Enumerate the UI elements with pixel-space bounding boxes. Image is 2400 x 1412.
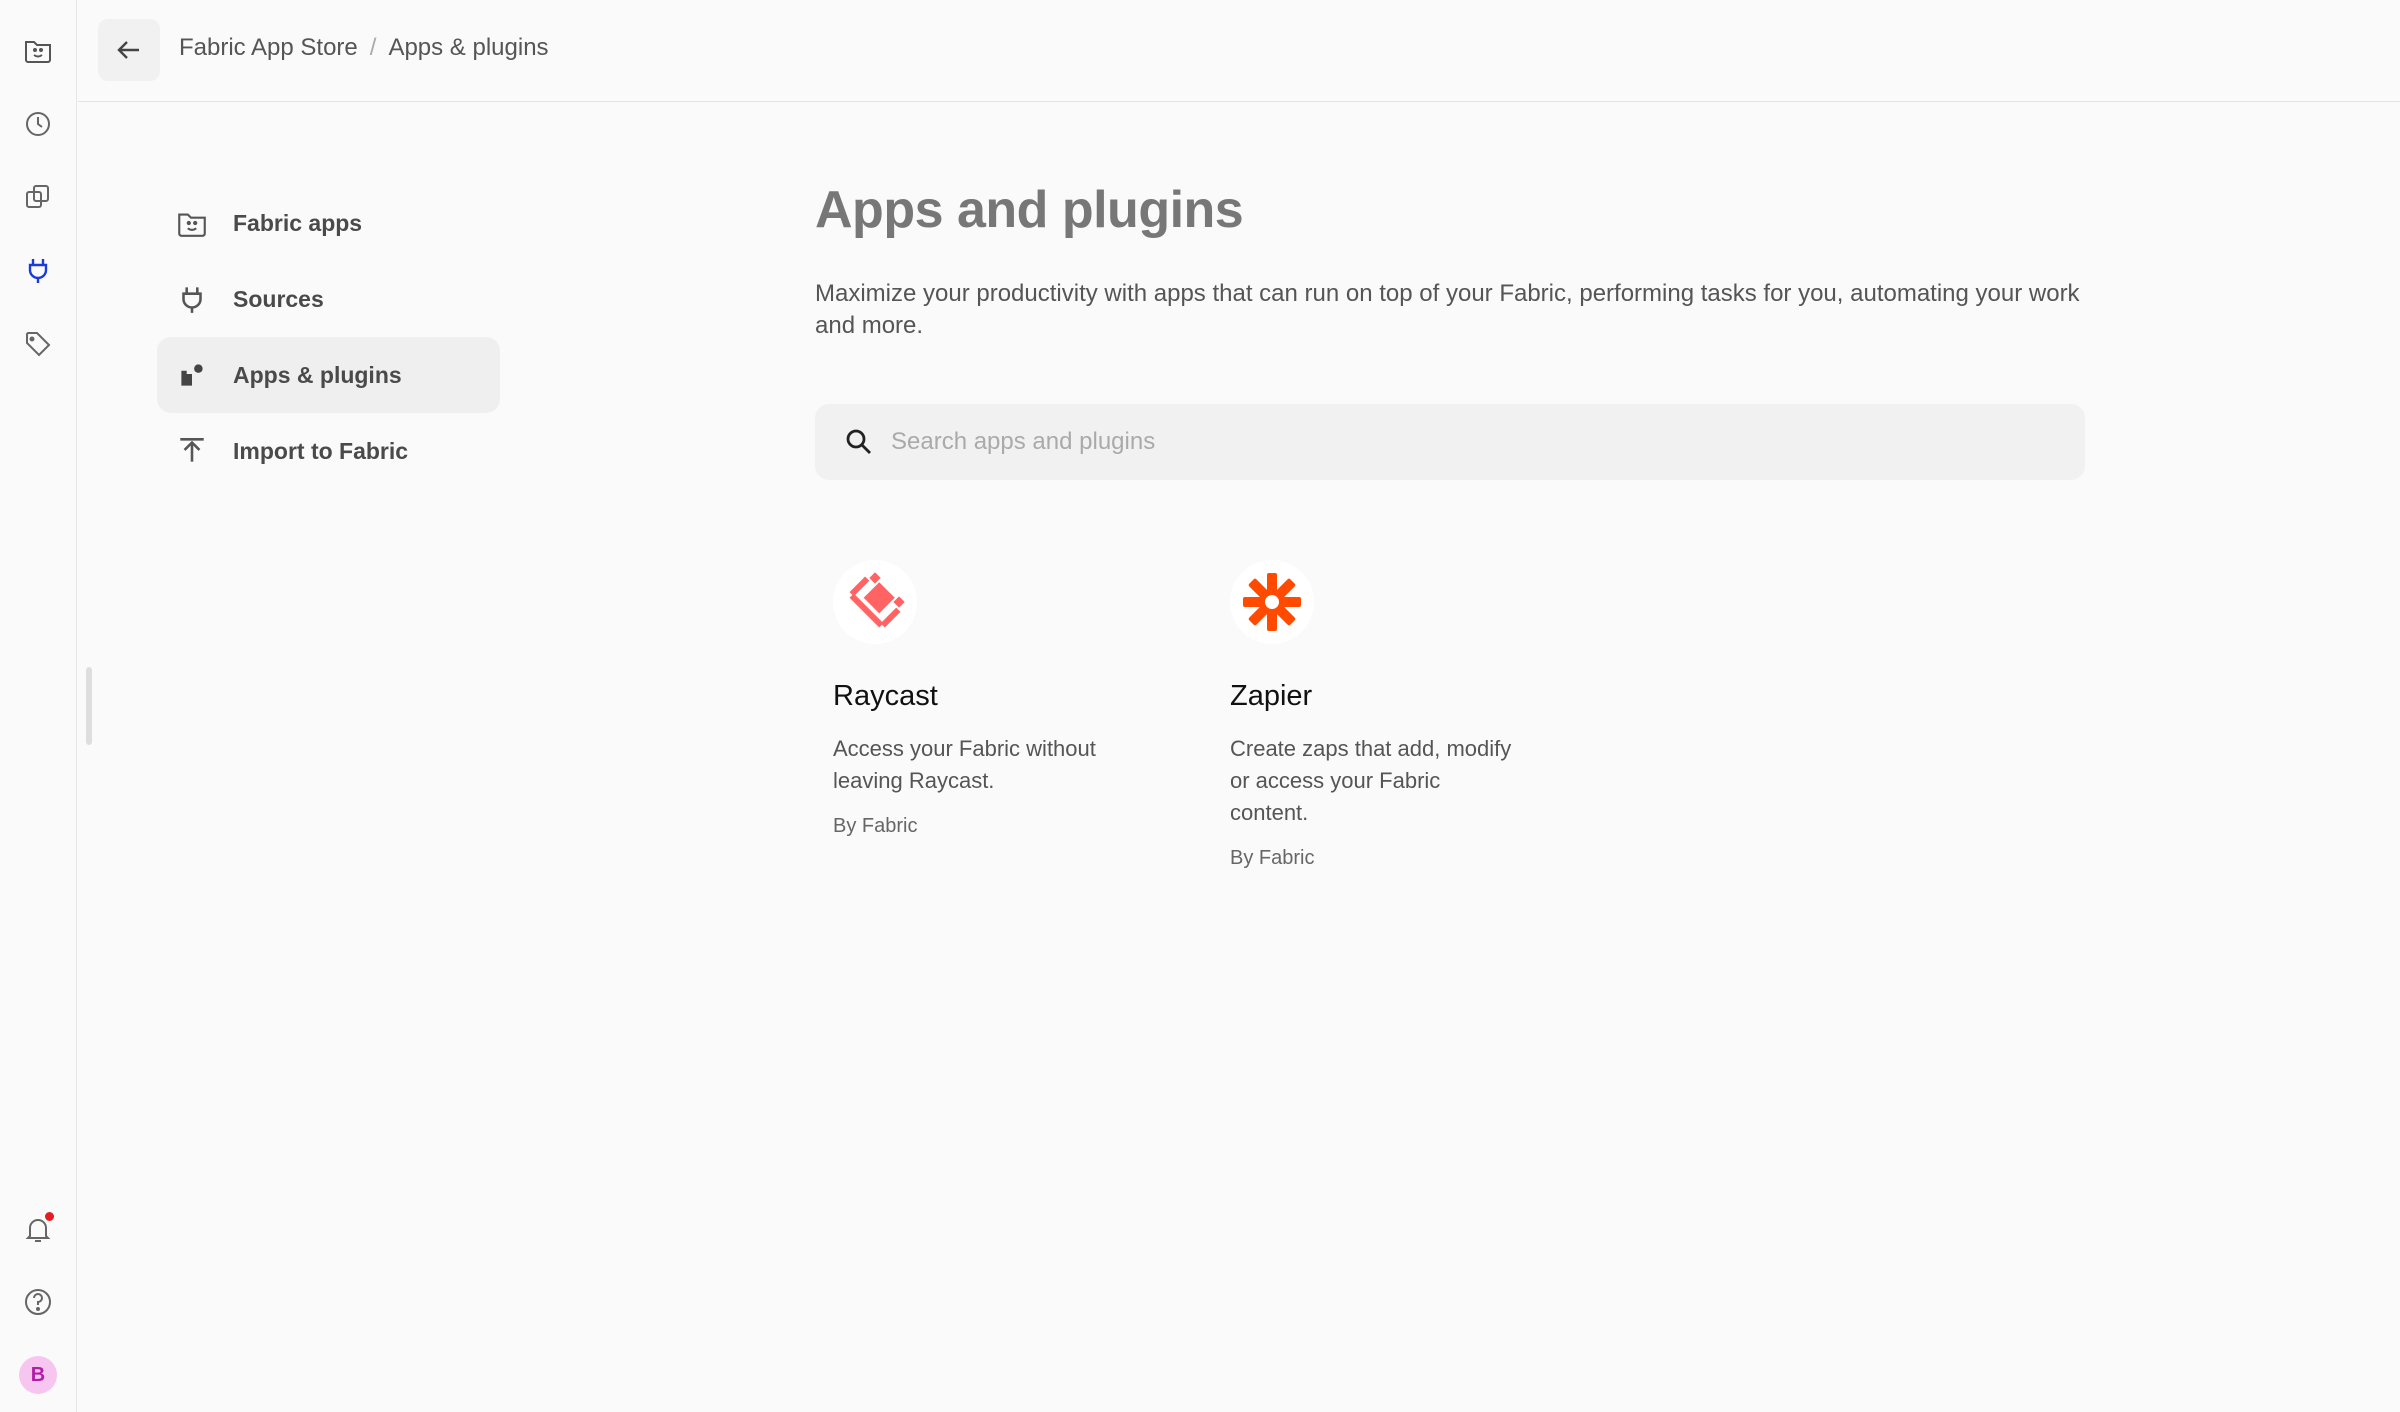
app-card-raycast[interactable]: Raycast Access your Fabric without leavi… [815,560,1120,870]
nav-item-label: Fabric apps [233,209,363,236]
back-button[interactable] [98,19,160,81]
nav-item-label: Sources [233,285,324,312]
bell-icon[interactable] [18,1210,58,1250]
plug-icon[interactable] [18,250,58,290]
main-content: Apps and plugins Maximize your productiv… [815,180,2085,870]
raycast-logo-icon [833,560,917,644]
search-input[interactable] [891,428,2041,456]
breadcrumb-separator: / [369,34,377,61]
breadcrumb-current: Apps & plugins [388,34,549,61]
app-name: Raycast [833,680,938,712]
page-title: Apps and plugins [815,181,1244,239]
nav-item-label: Import to Fabric [233,437,409,464]
app-store-nav: Fabric apps Sources Apps & plugins Impor… [157,185,500,489]
apps-icon [181,364,203,386]
nav-item-import[interactable]: Import to Fabric [157,413,500,489]
avatar[interactable]: B [19,1356,57,1394]
breadcrumb: Fabric App Store / Apps & plugins [179,34,549,62]
nav-item-apps-plugins[interactable]: Apps & plugins [157,337,500,413]
search-icon [846,429,871,454]
zapier-logo-icon [1230,560,1314,644]
resize-handle[interactable] [86,667,92,745]
history-icon[interactable] [18,104,58,144]
top-bar: Fabric App Store / Apps & plugins [78,0,2400,102]
app-author: By Fabric [1230,847,1315,869]
nav-item-fabric-apps[interactable]: Fabric apps [157,185,500,261]
icon-rail: B [0,0,77,1412]
notification-dot [43,1210,56,1223]
app-author: By Fabric [833,815,918,837]
page-description: Maximize your productivity with apps tha… [815,280,2080,339]
tag-icon[interactable] [18,324,58,364]
upload-icon [180,438,204,462]
fabric-logo-icon[interactable] [18,30,58,70]
search-bar[interactable] [815,404,2085,480]
app-cards: Raycast Access your Fabric without leavi… [815,560,2085,870]
app-name: Zapier [1230,680,1313,712]
nav-item-label: Apps & plugins [233,361,402,388]
plug-icon [182,287,202,313]
nav-item-sources[interactable]: Sources [157,261,500,337]
copy-icon[interactable] [18,177,58,217]
help-icon[interactable] [18,1282,58,1322]
arrow-left-icon [117,41,139,59]
fabric-logo-icon [178,213,206,237]
app-description: Access your Fabric without leaving Rayca… [833,736,1096,793]
app-description: Create zaps that add, modify or access y… [1230,736,1512,825]
app-card-zapier[interactable]: Zapier Create zaps that add, modify or a… [1212,560,1517,870]
breadcrumb-root[interactable]: Fabric App Store [179,34,358,62]
